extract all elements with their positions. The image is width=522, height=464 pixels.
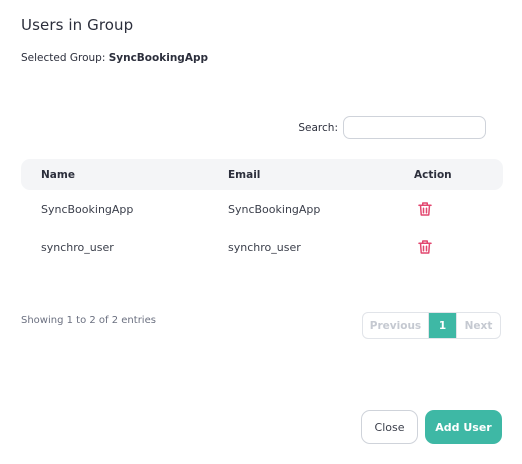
search-container: Search: [298,116,486,139]
selected-group-value: SyncBookingApp [108,52,208,64]
table-row: synchro_user synchro_user [21,228,503,266]
search-label: Search: [298,121,338,134]
pagination: Previous 1 Next [362,312,501,339]
table-row: SyncBookingApp SyncBookingApp [21,190,503,228]
dialog-title: Users in Group [21,16,134,34]
cell-email: synchro_user [228,240,301,254]
column-header-action: Action [414,168,452,181]
cell-name: synchro_user [41,240,114,254]
column-header-name[interactable]: Name [41,169,75,181]
column-header-email[interactable]: Email [228,169,260,181]
cell-email: SyncBookingApp [228,202,321,216]
table-header: Name Email Action [21,159,503,190]
entries-info: Showing 1 to 2 of 2 entries [21,315,156,326]
trash-icon[interactable] [416,238,434,256]
next-page-button[interactable]: Next [456,313,500,338]
users-table: Name Email Action SyncBookingApp SyncBoo… [21,159,503,266]
selected-group-label: Selected Group: [21,52,106,64]
add-user-button[interactable]: Add User [425,410,502,444]
search-input[interactable] [343,116,486,139]
previous-page-button[interactable]: Previous [363,313,429,338]
close-button[interactable]: Close [361,410,418,444]
selected-group-line: Selected Group: SyncBookingApp [21,52,208,64]
page-1-button[interactable]: 1 [429,313,456,338]
trash-icon[interactable] [416,200,434,218]
cell-name: SyncBookingApp [41,202,134,216]
